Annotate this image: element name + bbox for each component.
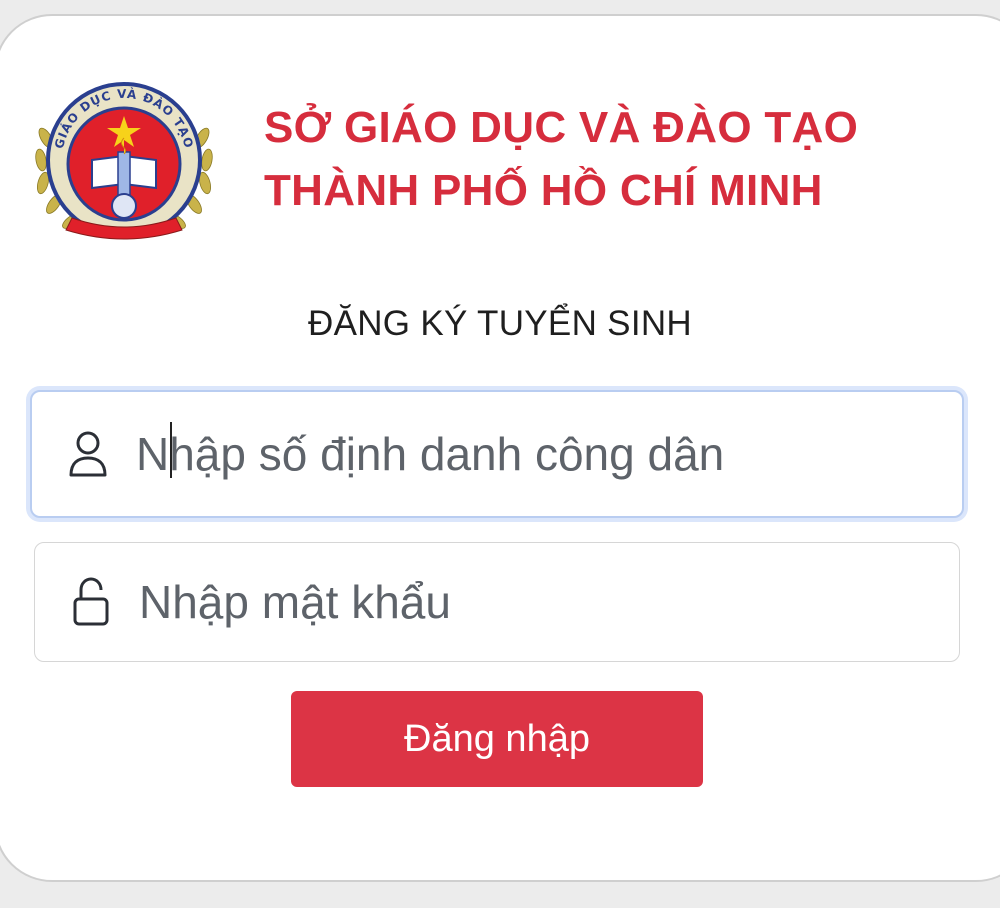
department-seal-logo: GIÁO DỤC VÀ ĐÀO TẠO — [35, 82, 213, 240]
organization-name-line2: THÀNH PHỐ HỒ CHÍ MINH — [264, 166, 823, 215]
password-input[interactable] — [139, 575, 879, 629]
login-button[interactable]: Đăng nhập — [291, 691, 703, 787]
user-icon — [66, 424, 110, 484]
organization-name: SỞ GIÁO DỤC VÀ ĐÀO TẠO THÀNH PHỐ HỒ CHÍ … — [264, 96, 964, 222]
lock-icon — [69, 572, 113, 632]
citizen-id-field[interactable] — [30, 390, 964, 518]
citizen-id-input[interactable] — [136, 427, 876, 481]
page-title: ĐĂNG KÝ TUYỂN SINH — [308, 304, 692, 343]
text-caret — [170, 422, 172, 478]
password-field[interactable] — [34, 542, 960, 662]
organization-name-line1: SỞ GIÁO DỤC VÀ ĐÀO TẠO — [264, 103, 859, 152]
